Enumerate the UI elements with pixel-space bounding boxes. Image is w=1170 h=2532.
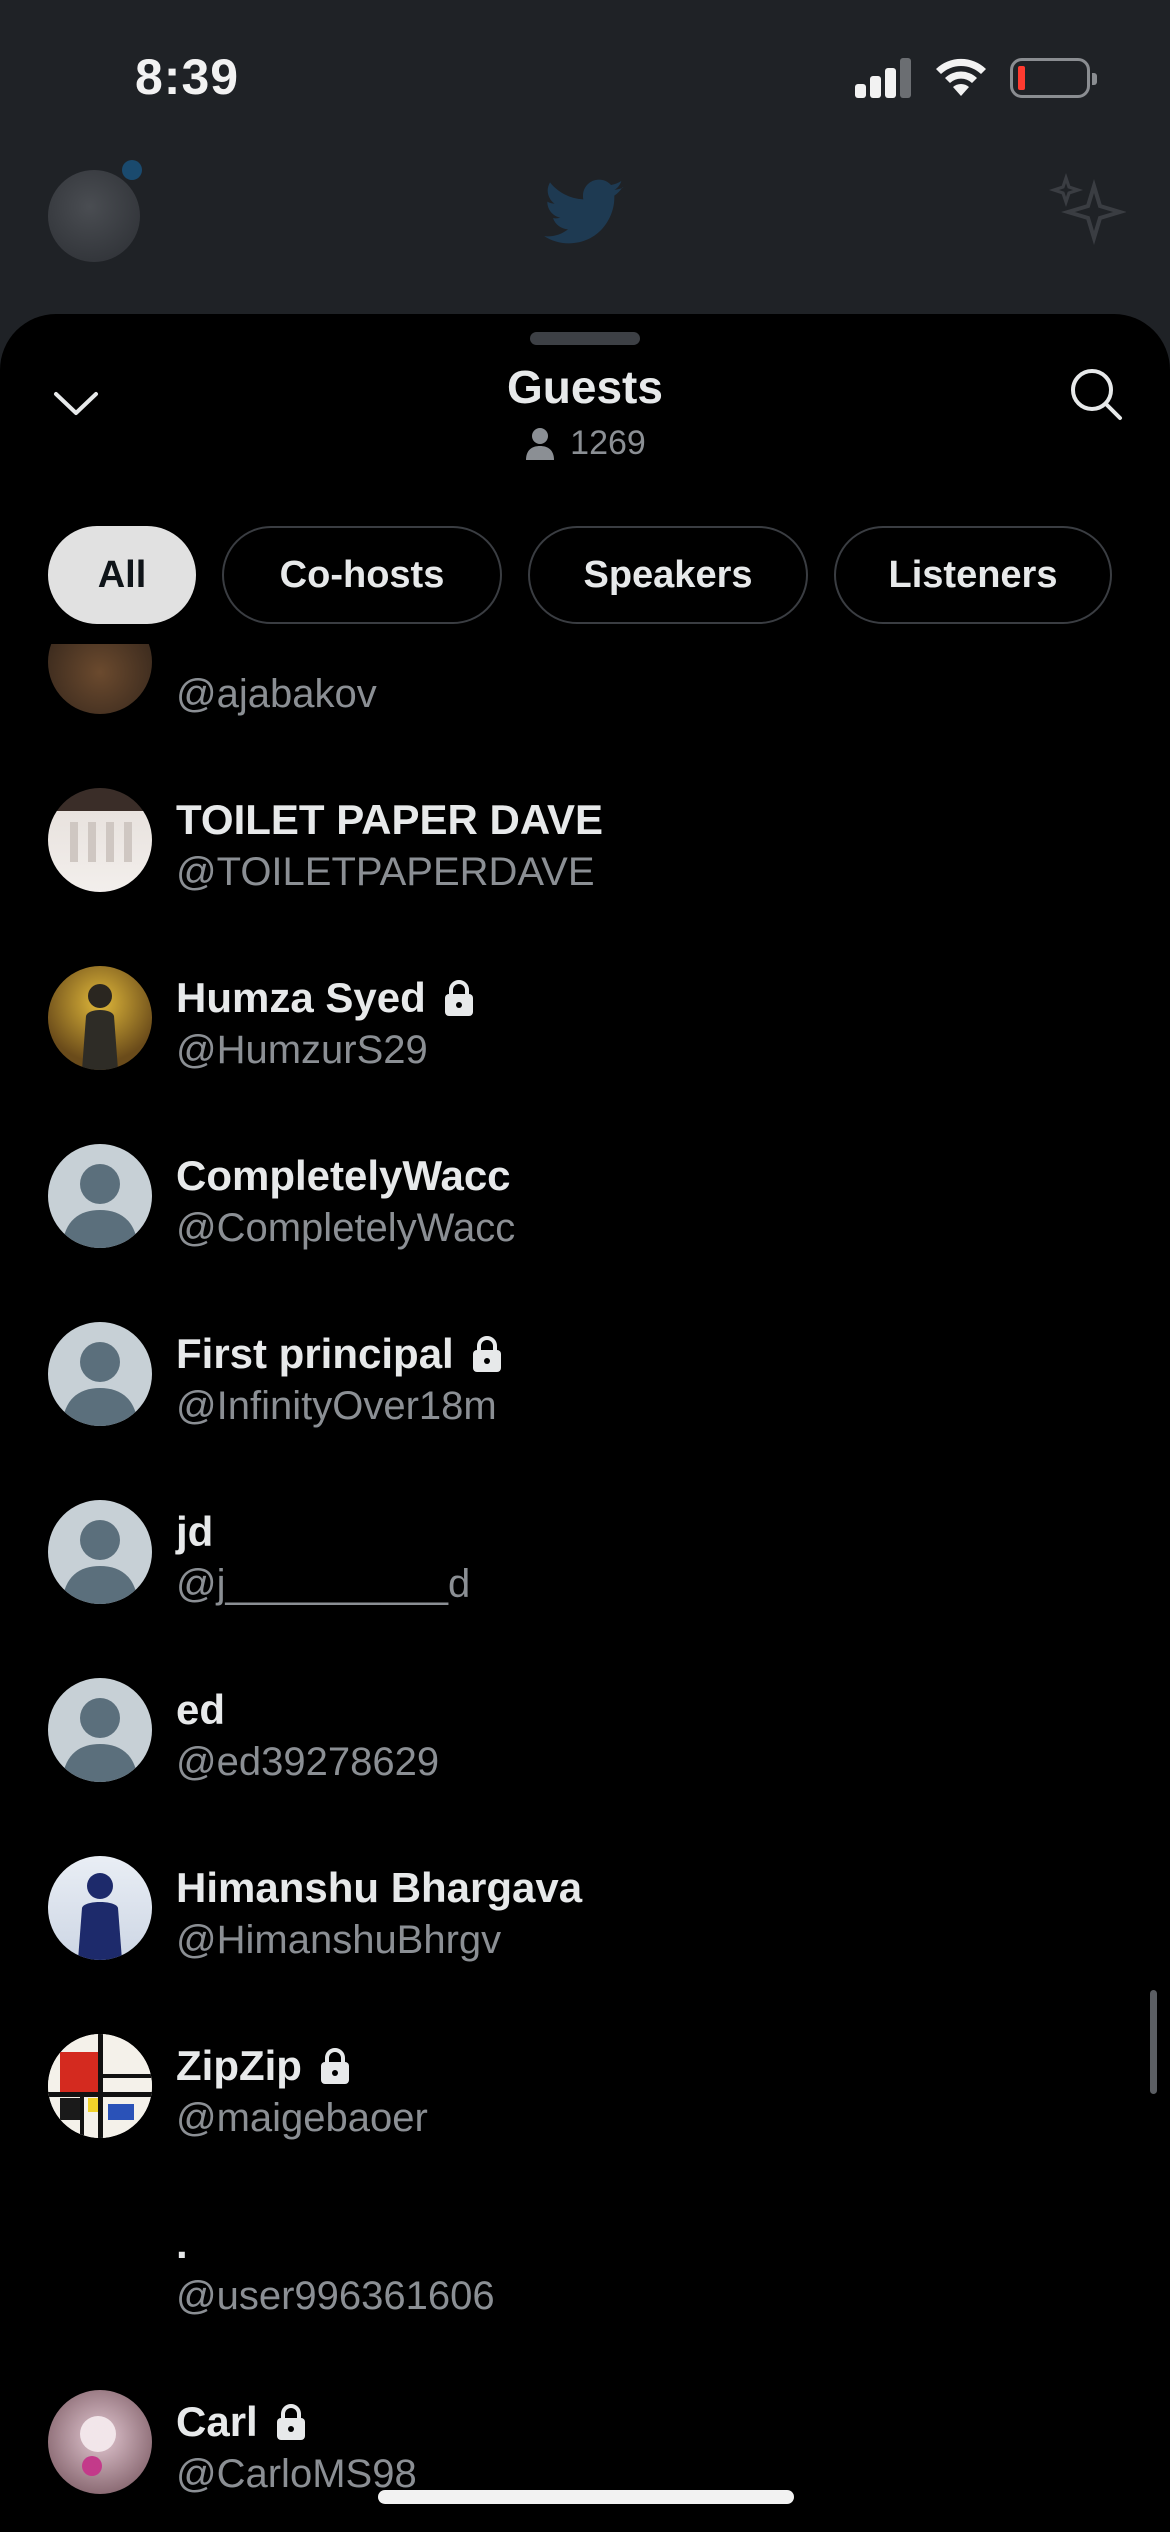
guest-row[interactable]: CompletelyWacc @CompletelyWacc xyxy=(0,1108,1170,1286)
background-header xyxy=(0,150,1170,270)
home-indicator[interactable] xyxy=(378,2490,794,2504)
guest-list: @ajabakov TOILET PAPER DAVE @TOILETPAPER… xyxy=(0,644,1170,2532)
guest-avatar xyxy=(48,2212,152,2316)
guest-handle: @user996361606 xyxy=(176,2274,495,2318)
guest-avatar xyxy=(48,644,152,714)
guest-avatar xyxy=(48,788,152,892)
guest-name: ed xyxy=(176,1686,226,1733)
person-icon xyxy=(526,427,555,460)
guest-handle: @j__________d xyxy=(176,1562,471,1606)
guests-sheet: Guests 1269 All Co-hosts Speakers Listen… xyxy=(0,314,1170,2532)
guest-avatar xyxy=(48,1856,152,1960)
default-avatar-icon xyxy=(48,1500,152,1604)
guest-row[interactable]: TOILET PAPER DAVE @TOILETPAPERDAVE xyxy=(0,752,1170,930)
guest-avatar xyxy=(48,966,152,1070)
tab-listeners[interactable]: Listeners xyxy=(834,526,1112,624)
battery-icon xyxy=(1010,58,1097,98)
guest-row[interactable]: ZipZip @maigebaoer xyxy=(0,1998,1170,2176)
status-time: 8:39 xyxy=(135,49,240,105)
guest-name: First principal xyxy=(176,1330,454,1377)
guest-handle: @ed39278629 xyxy=(176,1740,440,1784)
guest-row[interactable]: Humza Syed @HumzurS29 xyxy=(0,930,1170,1108)
sparkle-icon xyxy=(1048,172,1126,245)
guest-row[interactable]: ed @ed39278629 xyxy=(0,1642,1170,1820)
default-avatar-icon xyxy=(48,1322,152,1426)
guest-avatar xyxy=(48,2390,152,2494)
lock-icon xyxy=(472,1336,501,1372)
guest-handle: @TOILETPAPERDAVE xyxy=(176,850,595,894)
guest-row[interactable]: Himanshu Bhargava @HimanshuBhrgv xyxy=(0,1820,1170,1998)
lock-icon xyxy=(276,2404,305,2440)
filter-tabs: All Co-hosts Speakers Listeners xyxy=(48,526,1112,626)
search-icon xyxy=(1071,369,1122,420)
notification-dot xyxy=(122,160,142,180)
tab-speakers[interactable]: Speakers xyxy=(528,526,808,624)
profile-avatar xyxy=(48,170,140,262)
sheet-title: Guests xyxy=(507,361,663,413)
cellular-signal-icon xyxy=(855,58,911,98)
tab-all[interactable]: All xyxy=(48,526,196,624)
guest-name: TOILET PAPER DAVE xyxy=(176,796,604,843)
guest-handle: @HimanshuBhrgv xyxy=(176,1918,502,1962)
guest-name: Carl xyxy=(176,2398,258,2445)
guest-count: 1269 xyxy=(0,424,1170,463)
guest-avatar xyxy=(48,2034,152,2138)
status-bar: 8:39 xyxy=(0,0,1170,150)
scrollbar[interactable] xyxy=(1150,1990,1157,2094)
guest-row[interactable]: jd @j__________d xyxy=(0,1464,1170,1642)
tab-co-hosts[interactable]: Co-hosts xyxy=(222,526,502,624)
guest-name: Humza Syed xyxy=(176,974,426,1021)
default-avatar-icon xyxy=(48,1678,152,1782)
lock-icon xyxy=(320,2048,349,2084)
guest-name: . xyxy=(176,2220,188,2267)
guest-handle: @CompletelyWacc xyxy=(176,1206,516,1250)
guest-handle: @InfinityOver18m xyxy=(176,1384,497,1428)
lock-icon xyxy=(444,980,473,1016)
default-avatar-icon xyxy=(48,1144,152,1248)
guest-row[interactable]: . @user996361606 xyxy=(0,2176,1170,2354)
guest-name: ZipZip xyxy=(176,2042,302,2089)
guest-handle: @HumzurS29 xyxy=(176,1028,428,1072)
guest-row[interactable]: First principal @InfinityOver18m xyxy=(0,1286,1170,1464)
guest-count-value: 1269 xyxy=(570,424,646,462)
sheet-grabber[interactable] xyxy=(530,332,640,345)
guest-row[interactable]: Carl @CarloMS98 xyxy=(0,2354,1170,2532)
guest-name: CompletelyWacc xyxy=(176,1152,511,1199)
guest-handle: @ajabakov xyxy=(176,672,377,716)
guest-row[interactable]: @ajabakov xyxy=(0,644,1170,752)
search-button[interactable] xyxy=(1064,362,1128,426)
guest-handle: @maigebaoer xyxy=(176,2096,428,2140)
guest-name: Himanshu Bhargava xyxy=(176,1864,583,1911)
twitter-bird-icon xyxy=(544,179,624,244)
wifi-icon xyxy=(936,58,986,96)
guest-name: jd xyxy=(176,1508,214,1555)
